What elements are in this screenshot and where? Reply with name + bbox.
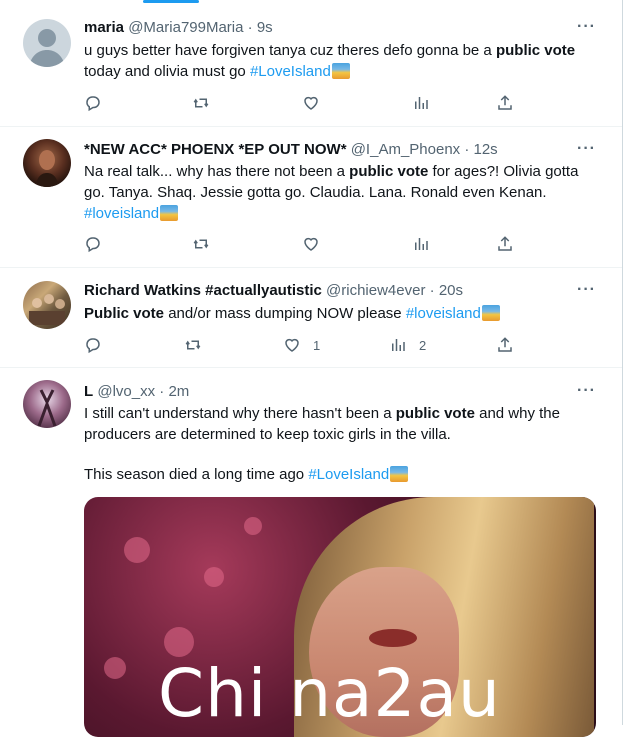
separator: ·: [155, 383, 169, 400]
bokeh-light: [204, 567, 224, 587]
retweet-icon: [193, 239, 209, 249]
like-button[interactable]: [302, 93, 320, 113]
reply-icon: [86, 96, 100, 112]
sunset-emoji: [390, 466, 409, 482]
views-button[interactable]: [412, 234, 430, 254]
tweet-text: I still can't understand why there hasn'…: [84, 405, 560, 483]
avatar[interactable]: [23, 19, 71, 67]
share-icon: [498, 95, 512, 110]
bokeh-light: [124, 537, 150, 563]
reply-icon: [86, 237, 100, 253]
timestamp[interactable]: 9s: [257, 19, 273, 36]
like-button[interactable]: 1: [283, 335, 320, 355]
bokeh-light: [104, 657, 126, 679]
share-button[interactable]: [496, 93, 514, 113]
tweet-actions: [84, 93, 524, 113]
view-count: 2: [419, 337, 427, 353]
timestamp[interactable]: 20s: [439, 282, 463, 299]
tweet-header: L @lvo_xx · 2m: [84, 383, 189, 400]
display-name[interactable]: maria: [84, 19, 124, 36]
timestamp[interactable]: 2m: [168, 383, 189, 400]
user-handle[interactable]: @lvo_xx: [97, 383, 155, 400]
more-options-button[interactable]: ···: [577, 140, 596, 158]
reply-button[interactable]: [84, 93, 102, 113]
retweet-icon: [193, 98, 209, 108]
lips-shape: [369, 629, 417, 647]
like-count: 1: [313, 337, 321, 353]
reply-button[interactable]: [84, 234, 102, 254]
sunset-emoji: [160, 205, 179, 221]
bokeh-light: [164, 627, 194, 657]
retweet-icon: [185, 340, 201, 350]
user-handle[interactable]: @Maria799Maria: [128, 19, 243, 36]
views-button[interactable]: [412, 93, 430, 113]
timestamp[interactable]: 12s: [474, 141, 498, 158]
share-icon: [498, 236, 512, 251]
display-name[interactable]: L: [84, 383, 93, 400]
views-icon: [415, 238, 428, 250]
retweet-button[interactable]: [184, 335, 202, 355]
tweet-header: maria @Maria799Maria · 9s: [84, 19, 273, 36]
like-icon: [304, 237, 318, 251]
separator: ·: [425, 282, 439, 299]
hashtag-link[interactable]: #LoveIsland: [308, 466, 389, 483]
tweet-actions: 1 2: [84, 335, 524, 355]
share-icon: [498, 337, 512, 352]
bokeh-light: [244, 517, 262, 535]
timeline-border: [622, 0, 623, 725]
user-handle[interactable]: @I_Am_Phoenx: [351, 141, 460, 158]
hashtag-link[interactable]: #LoveIsland: [250, 63, 331, 80]
like-button[interactable]: [302, 234, 320, 254]
more-options-button[interactable]: ···: [577, 281, 596, 299]
sunset-emoji: [481, 305, 500, 321]
retweet-button[interactable]: [192, 93, 210, 113]
tweet[interactable]: maria @Maria799Maria · 9s ··· u guys bet…: [0, 0, 622, 127]
reply-icon: [86, 338, 100, 354]
views-button[interactable]: 2: [389, 335, 426, 355]
hashtag-link[interactable]: #loveisland: [406, 305, 481, 322]
like-icon: [304, 96, 318, 110]
share-button[interactable]: [496, 335, 514, 355]
tweet-header: Richard Watkins #actuallyautistic @richi…: [84, 282, 463, 299]
tweet-actions: [84, 234, 524, 254]
retweet-button[interactable]: [192, 234, 210, 254]
tweet[interactable]: *NEW ACC* PHOENX *EP OUT NOW* @I_Am_Phoe…: [0, 126, 622, 268]
tweet-header: *NEW ACC* PHOENX *EP OUT NOW* @I_Am_Phoe…: [84, 141, 498, 158]
tweet-text: Na real talk... why has there not been a…: [84, 163, 579, 222]
tweet[interactable]: Richard Watkins #actuallyautistic @richi…: [0, 267, 622, 368]
views-icon: [415, 97, 428, 109]
views-icon: [392, 339, 405, 351]
more-options-button[interactable]: ···: [577, 382, 596, 400]
display-name[interactable]: *NEW ACC* PHOENX *EP OUT NOW*: [84, 141, 347, 158]
more-options-button[interactable]: ···: [577, 18, 596, 36]
separator: ·: [460, 141, 474, 158]
watermark-text: Chi na2au: [158, 655, 501, 732]
share-button[interactable]: [496, 234, 514, 254]
sunset-emoji: [331, 63, 350, 79]
tweet-text: Public vote and/or mass dumping NOW plea…: [84, 303, 604, 324]
separator: ·: [243, 19, 257, 36]
reply-button[interactable]: [84, 335, 102, 355]
display-name[interactable]: Richard Watkins #actuallyautistic: [84, 282, 322, 299]
hashtag-link[interactable]: #loveisland: [84, 205, 159, 222]
avatar[interactable]: [23, 380, 71, 428]
user-handle[interactable]: @richiew4ever: [326, 282, 425, 299]
avatar[interactable]: [23, 139, 71, 187]
tweet-text: u guys better have forgiven tanya cuz th…: [84, 42, 576, 80]
avatar[interactable]: [23, 281, 71, 329]
like-icon: [285, 338, 299, 352]
